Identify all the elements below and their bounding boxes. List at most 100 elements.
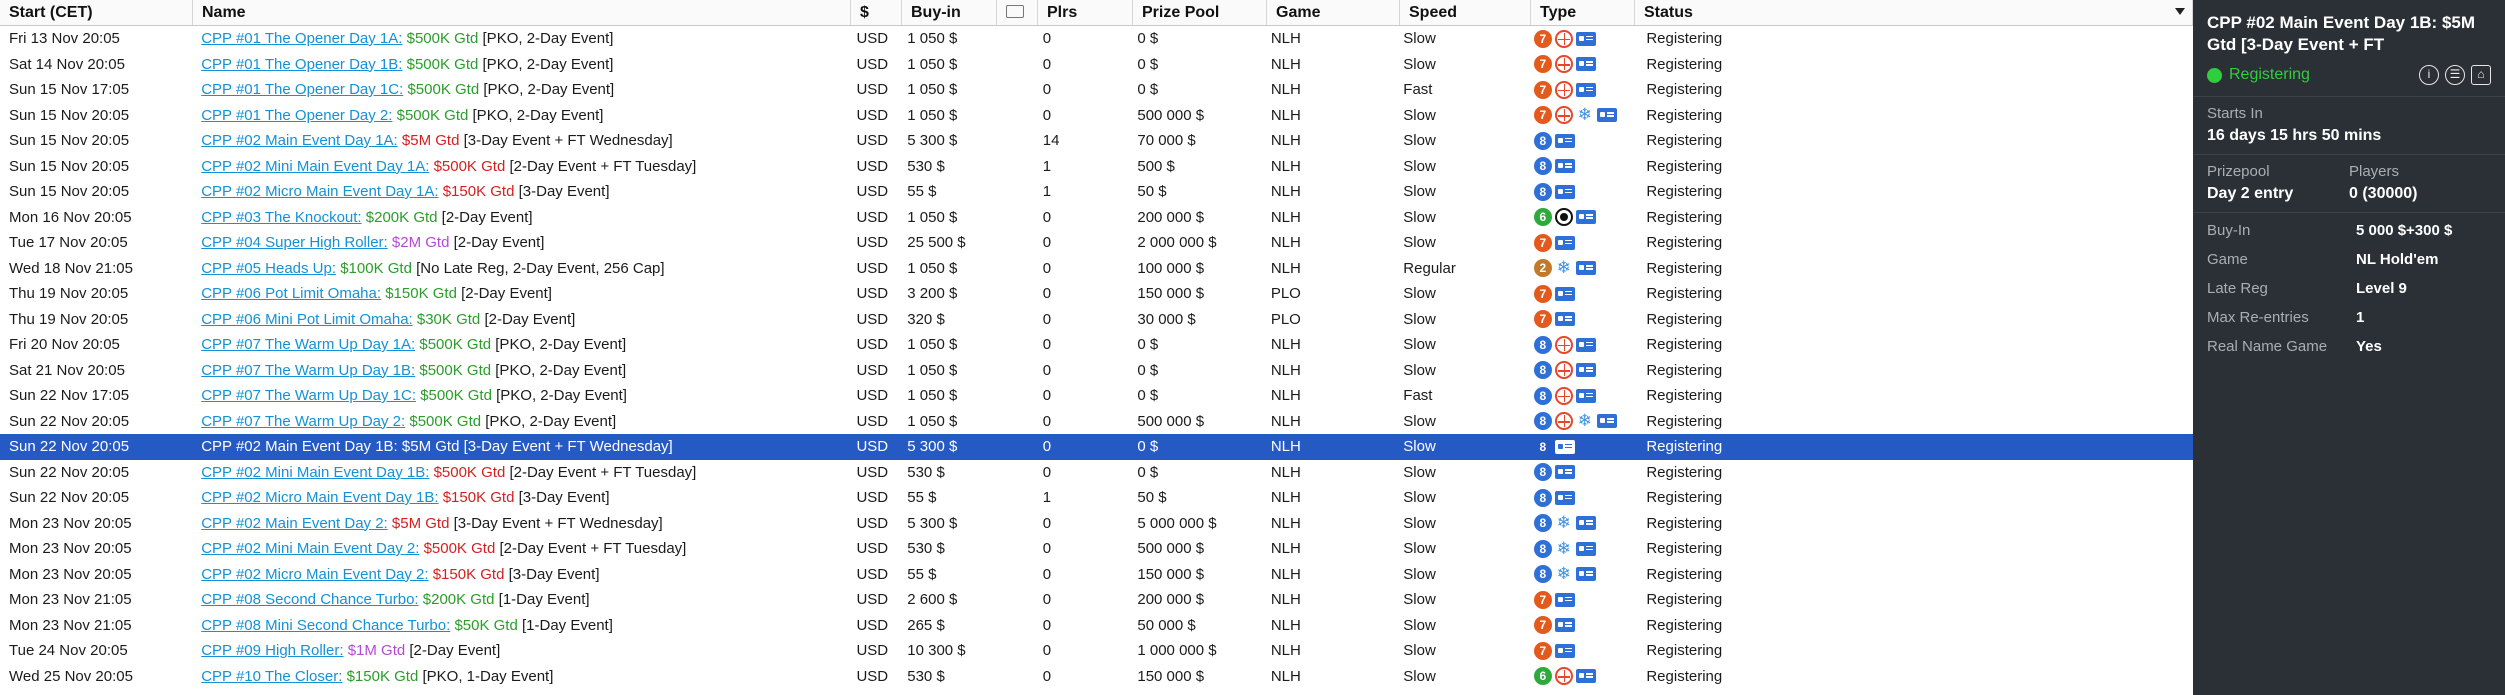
cell-start: Thu 19 Nov 20:05 (9, 285, 129, 302)
cell-type: 7 (1525, 230, 1638, 256)
table-row[interactable]: Sun 15 Nov 20:05 CPP #01 The Opener Day 2… (0, 103, 2193, 129)
detail-value: 5 000 $+300 $ (2356, 222, 2453, 239)
tournament-name-link[interactable]: CPP #02 Mini Main Event Day 1B: (201, 464, 429, 481)
table-row[interactable]: Sun 22 Nov 17:05 CPP #07 The Warm Up Day … (0, 383, 2193, 409)
col-header-prizepool[interactable]: Prize Pool (1133, 0, 1267, 25)
table-body: Fri 13 Nov 20:05 CPP #01 The Opener Day 1… (0, 26, 2193, 689)
table-row[interactable]: Mon 23 Nov 21:05 CPP #08 Mini Second Chan… (0, 613, 2193, 639)
tournament-name-link[interactable]: CPP #10 The Closer: (201, 668, 342, 685)
table-row[interactable]: Mon 16 Nov 20:05 CPP #03 The Knockout: $2… (0, 205, 2193, 231)
table-row[interactable]: Sun 15 Nov 20:05 CPP #02 Mini Main Event … (0, 154, 2193, 180)
table-row[interactable]: Thu 19 Nov 20:05 CPP #06 Pot Limit Omaha:… (0, 281, 2193, 307)
eight-badge-icon: 8 (1533, 412, 1552, 431)
tournament-name-link[interactable]: CPP #07 The Warm Up Day 1A: (201, 336, 415, 353)
table-row[interactable]: Tue 17 Nov 20:05 CPP #04 Super High Rolle… (0, 230, 2193, 256)
tournament-name-link[interactable]: CPP #04 Super High Roller: (201, 234, 388, 251)
tournament-name-link[interactable]: CPP #02 Micro Main Event Day 1B: (201, 489, 438, 506)
table-row[interactable]: Wed 18 Nov 21:05 CPP #05 Heads Up: $100K … (0, 256, 2193, 282)
tournament-name-link[interactable]: CPP #05 Heads Up: (201, 260, 336, 277)
tournament-name-link[interactable]: CPP #01 The Opener Day 1A: (201, 30, 402, 47)
table-row[interactable]: Tue 24 Nov 20:05 CPP #09 High Roller: $1M… (0, 638, 2193, 664)
tournament-name-link[interactable]: CPP #02 Main Event Day 1A: (201, 132, 398, 149)
cell-start: Sun 15 Nov 20:05 (9, 183, 130, 200)
tournament-name-link[interactable]: CPP #08 Second Chance Turbo: (201, 591, 418, 608)
col-header-type[interactable]: Type (1531, 0, 1635, 25)
cell-name: CPP #02 Main Event Day 1A: $5M Gtd [3-Da… (192, 128, 847, 154)
col-header-game[interactable]: Game (1267, 0, 1400, 25)
col-header-start[interactable]: Start (CET) (0, 0, 193, 25)
cell-players: 14 (1042, 132, 1060, 149)
tournament-name-link[interactable]: CPP #02 Main Event Day 2: (201, 515, 388, 532)
cell-currency: USD (856, 387, 889, 404)
table-row[interactable]: Mon 23 Nov 21:05 CPP #08 Second Chance Tu… (0, 587, 2193, 613)
table-row[interactable]: Sun 22 Nov 20:05 CPP #02 Micro Main Event… (0, 485, 2193, 511)
cell-buyin: 530 $ (907, 667, 945, 685)
knockout-target-icon (1554, 80, 1573, 99)
cell-ticket (993, 154, 1034, 180)
col-header-speed[interactable]: Speed (1400, 0, 1531, 25)
table-row[interactable]: Sun 15 Nov 17:05 CPP #01 The Opener Day 1… (0, 77, 2193, 103)
starts-in-label: Starts In (2207, 105, 2263, 122)
col-header-status[interactable]: Status (1635, 0, 2193, 25)
event-format-text: [2-Day Event + FT Tuesday] (499, 540, 687, 557)
col-header-name[interactable]: Name (193, 0, 851, 25)
tournament-name-link[interactable]: CPP #08 Mini Second Chance Turbo: (201, 617, 450, 634)
table-row[interactable]: Sun 22 Nov 20:05 CPP #02 Main Event Day 1… (0, 434, 2193, 460)
cell-ticket (993, 281, 1034, 307)
detail-row: Buy-In 5 000 $+300 $ (2207, 216, 2491, 245)
cell-ticket (993, 383, 1034, 409)
table-row[interactable]: Sun 22 Nov 20:05 CPP #02 Mini Main Event … (0, 460, 2193, 486)
table-row[interactable]: Mon 23 Nov 20:05 CPP #02 Mini Main Event … (0, 536, 2193, 562)
cell-type: 8 (1525, 460, 1638, 486)
panel-status-line: Registering i ☰ ⌂ (2207, 64, 2491, 86)
col-header-ticket[interactable] (997, 0, 1038, 25)
table-row[interactable]: Sun 15 Nov 20:05 CPP #02 Main Event Day 1… (0, 128, 2193, 154)
sort-dropdown-icon[interactable] (2175, 8, 2185, 15)
tournament-name-link[interactable]: CPP #02 Micro Main Event Day 1A: (201, 183, 438, 200)
tournament-name-link[interactable]: CPP #02 Main Event Day 1B: (201, 438, 398, 455)
starts-in-value: 16 days 15 hrs 50 mins (2207, 127, 2382, 144)
event-format-text: [3-Day Event] (518, 183, 610, 200)
tournament-name-link[interactable]: CPP #01 The Opener Day 1B: (201, 56, 402, 73)
table-row[interactable]: Mon 23 Nov 20:05 CPP #02 Main Event Day 2… (0, 511, 2193, 537)
cell-status: Registering (1646, 132, 1723, 149)
info-icon[interactable]: i (2419, 65, 2439, 85)
lobby-view-icon[interactable]: ⌂ (2471, 65, 2491, 85)
cell-start: Sun 22 Nov 17:05 (9, 387, 130, 404)
cell-ticket (993, 179, 1034, 205)
table-row[interactable]: Thu 19 Nov 20:05 CPP #06 Mini Pot Limit O… (0, 307, 2193, 333)
col-header-buyin[interactable]: Buy-in (902, 0, 997, 25)
table-row[interactable]: Sun 22 Nov 20:05 CPP #07 The Warm Up Day … (0, 409, 2193, 435)
tournament-name-link[interactable]: CPP #07 The Warm Up Day 1C: (201, 387, 416, 404)
table-row[interactable]: Fri 20 Nov 20:05 CPP #07 The Warm Up Day … (0, 332, 2193, 358)
tournament-name-link[interactable]: CPP #07 The Warm Up Day 1B: (201, 362, 415, 379)
cell-game: NLH (1270, 616, 1301, 634)
tournament-name-link[interactable]: CPP #03 The Knockout: (201, 209, 361, 226)
col-header-currency[interactable]: $ (851, 0, 902, 25)
tournament-name-link[interactable]: CPP #01 The Opener Day 1C: (201, 81, 403, 98)
table-row[interactable]: Wed 25 Nov 20:05 CPP #10 The Closer: $150… (0, 664, 2193, 690)
table-row[interactable]: Sun 15 Nov 20:05 CPP #02 Micro Main Event… (0, 179, 2193, 205)
tournament-name-link[interactable]: CPP #07 The Warm Up Day 2: (201, 413, 405, 430)
cell-speed: Fast (1403, 81, 1433, 98)
tournament-name-link[interactable]: CPP #06 Pot Limit Omaha: (201, 285, 381, 302)
cell-prizepool: 100 000 $ (1137, 259, 1205, 277)
blinds-structure-icon[interactable]: ☰ (2445, 65, 2465, 85)
table-row[interactable]: Sat 21 Nov 20:05 CPP #07 The Warm Up Day … (0, 358, 2193, 384)
tournament-name-link[interactable]: CPP #01 The Opener Day 2: (201, 107, 392, 124)
table-row[interactable]: Mon 23 Nov 20:05 CPP #02 Micro Main Event… (0, 562, 2193, 588)
tournament-name-link[interactable]: CPP #02 Mini Main Event Day 2: (201, 540, 419, 557)
table-row[interactable]: Sat 14 Nov 20:05 CPP #01 The Opener Day 1… (0, 52, 2193, 78)
cell-players: 0 (1042, 438, 1052, 455)
cell-ticket (993, 409, 1034, 435)
table-row[interactable]: Fri 13 Nov 20:05 CPP #01 The Opener Day 1… (0, 26, 2193, 52)
col-header-players[interactable]: Plrs (1038, 0, 1133, 25)
cell-ticket (993, 256, 1034, 282)
cell-currency: USD (856, 106, 889, 124)
tournament-name-link[interactable]: CPP #02 Mini Main Event Day 1A: (201, 158, 429, 175)
cell-speed: Slow (1403, 642, 1436, 659)
eight-badge-icon: 8 (1533, 539, 1552, 558)
tournament-name-link[interactable]: CPP #02 Micro Main Event Day 2: (201, 566, 428, 583)
tournament-name-link[interactable]: CPP #06 Mini Pot Limit Omaha: (201, 311, 412, 328)
tournament-name-link[interactable]: CPP #09 High Roller: (201, 642, 343, 659)
